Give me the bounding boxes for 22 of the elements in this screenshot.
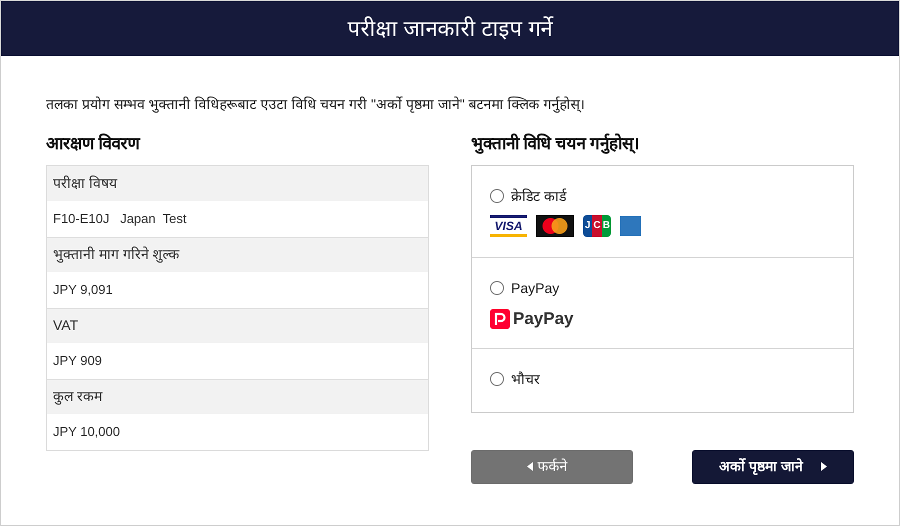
section-heading: भुक्तानी विधि चयन गर्नुहोस्। [471,132,640,156]
radio-button[interactable] [490,189,504,203]
radio-button[interactable] [490,281,504,295]
radio-option[interactable]: PayPay [490,278,835,298]
instruction-text: तलका प्रयोग सम्भव भुक्तानी विधिहरूबाट एउटा विधि चयन गरी "अर्को पृष्ठमा जाने" बटनमा क्लिक गर्नुहोस्। [46,95,586,115]
back-button[interactable]: फर्कने [471,450,633,484]
paypay-logo: PayPay [490,308,574,328]
next-button[interactable]: अर्को पृष्ठमा जाने [692,450,854,484]
radio-button[interactable] [490,372,504,386]
visa-logo: VISA [490,214,527,236]
left-triangle-icon [526,462,532,471]
table-cell: परीक्षा विषय [47,166,428,200]
page-title: परीक्षा जानकारी टाइप गर्ने [347,15,553,43]
table-cell: कुल रकम [47,378,428,414]
radio-option[interactable]: भौचर [490,368,835,390]
table-cell: VAT [47,308,428,342]
mastercard-logo [536,214,574,236]
amex-logo [620,216,641,236]
table-cell: भुक्तानी माग गरिने शुल्क [47,236,428,272]
right-triangle-icon [820,462,827,471]
section-heading: आरक्षण विवरण [46,132,142,155]
radio-option[interactable]: क्रेडिट कार्ड [490,186,835,206]
